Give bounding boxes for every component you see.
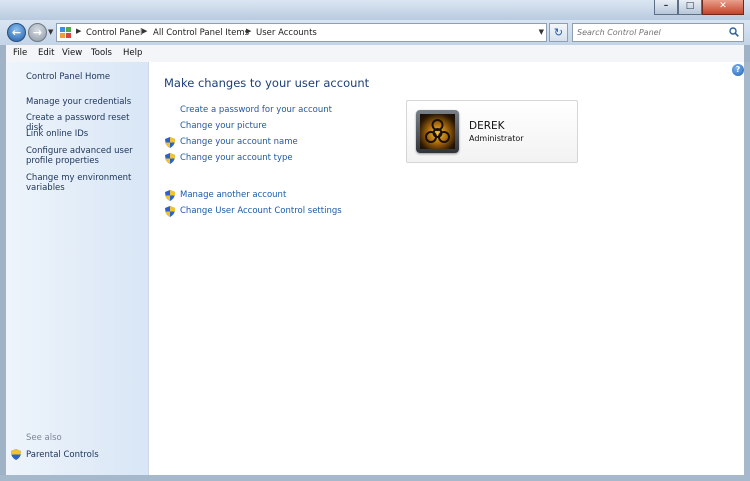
refresh-icon: ↻ [553, 26, 564, 39]
explorer-window: – □ ✕ ← → ▼ ▶ Control Panel ▶ All Contro… [0, 0, 750, 481]
change-account-name-link[interactable]: Change your account name [180, 137, 298, 147]
forward-arrow-icon: → [32, 26, 43, 39]
breadcrumb-separator-icon[interactable]: ▶ [246, 27, 251, 35]
advanced-profile-properties-link[interactable]: Configure advanced user profile properti… [26, 146, 134, 166]
address-dropdown-icon[interactable]: ▼ [539, 28, 544, 36]
search-box[interactable] [572, 23, 744, 42]
account-role: Administrator [469, 134, 524, 143]
uac-shield-icon [11, 449, 21, 460]
menu-file[interactable]: File [13, 48, 27, 58]
avatar [420, 114, 455, 149]
content-area: Control Panel Home Manage your credentia… [6, 62, 744, 475]
minimize-button[interactable]: – [654, 0, 678, 15]
environment-variables-link[interactable]: Change my environment variables [26, 173, 134, 193]
refresh-button[interactable]: ↻ [549, 23, 568, 42]
back-arrow-icon: ← [11, 26, 22, 39]
back-button[interactable]: ← [7, 23, 26, 42]
help-icon[interactable]: ? [732, 64, 744, 76]
biohazard-icon [425, 119, 450, 143]
window-border-right [744, 62, 750, 481]
menu-edit[interactable]: Edit [38, 48, 54, 58]
change-account-type-link[interactable]: Change your account type [180, 153, 293, 163]
navigation-bar: ← → ▼ ▶ Control Panel ▶ All Control Pane… [0, 20, 750, 45]
maximize-button[interactable]: □ [678, 0, 702, 15]
uac-shield-icon [165, 153, 175, 164]
menu-help[interactable]: Help [123, 48, 142, 58]
breadcrumb-separator-icon[interactable]: ▶ [76, 27, 81, 35]
breadcrumb-all-items[interactable]: All Control Panel Items [153, 28, 249, 38]
page-title: Make changes to your user account [164, 76, 370, 90]
uac-shield-icon [165, 137, 175, 148]
control-panel-home-link[interactable]: Control Panel Home [26, 72, 110, 82]
menu-tools[interactable]: Tools [91, 48, 112, 58]
see-also-label: See also [26, 433, 62, 443]
close-button[interactable]: ✕ [702, 0, 744, 15]
link-online-ids-link[interactable]: Link online IDs [26, 129, 88, 139]
menu-bar: File Edit View Tools Help [6, 45, 744, 63]
window-controls: – □ ✕ [654, 0, 744, 15]
breadcrumb-separator-icon[interactable]: ▶ [142, 27, 147, 35]
account-name: DEREK [469, 120, 505, 132]
uac-settings-link[interactable]: Change User Account Control settings [180, 206, 342, 216]
search-input[interactable] [577, 26, 722, 39]
main-pane: Make changes to your user account Create… [148, 62, 744, 475]
manage-credentials-link[interactable]: Manage your credentials [26, 97, 131, 107]
manage-another-account-link[interactable]: Manage another account [180, 190, 286, 200]
window-border-bottom [0, 475, 750, 481]
title-bar[interactable]: – □ ✕ [0, 0, 750, 20]
search-icon[interactable] [729, 27, 739, 37]
menu-view[interactable]: View [62, 48, 82, 58]
uac-shield-icon [165, 190, 175, 201]
change-picture-link[interactable]: Change your picture [180, 121, 267, 131]
account-tile[interactable]: DEREK Administrator [406, 100, 578, 163]
recent-pages-dropdown[interactable]: ▼ [48, 28, 53, 36]
task-pane: Control Panel Home Manage your credentia… [6, 62, 149, 475]
control-panel-icon [60, 27, 71, 38]
forward-button[interactable]: → [28, 23, 47, 42]
create-password-link[interactable]: Create a password for your account [180, 105, 332, 115]
chevron-down-icon: ▼ [48, 28, 54, 36]
breadcrumb-user-accounts[interactable]: User Accounts [256, 28, 317, 38]
avatar-frame [416, 110, 459, 153]
breadcrumb-control-panel[interactable]: Control Panel [86, 28, 142, 38]
uac-shield-icon [165, 206, 175, 217]
parental-controls-link[interactable]: Parental Controls [26, 450, 99, 460]
address-bar[interactable]: ▶ Control Panel ▶ All Control Panel Item… [56, 23, 547, 42]
